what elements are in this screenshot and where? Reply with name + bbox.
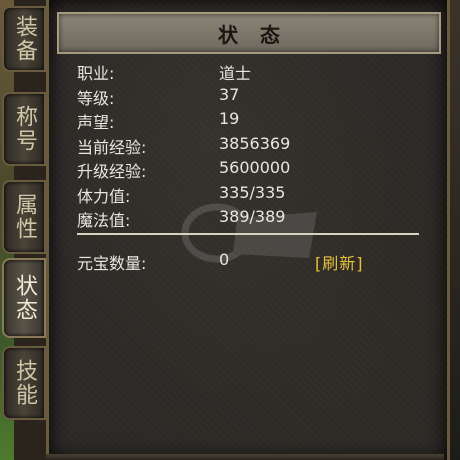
panel-header: 状态: [57, 12, 441, 54]
stat-value: 道士: [219, 64, 252, 83]
tab-attributes-label: 属性: [12, 193, 37, 241]
stat-value: 389/389: [219, 207, 286, 226]
stat-label: 等级:: [77, 88, 115, 108]
stat-label: 当前经验:: [77, 137, 147, 157]
stat-label: 职业:: [77, 64, 115, 83]
stat-label: 声望:: [77, 113, 115, 132]
tab-title-label: 称号: [12, 105, 37, 153]
ingot-row: 元宝数量: 0 [刷新]: [77, 250, 419, 274]
panel-bottom-trim: [46, 454, 444, 460]
ingot-label: 元宝数量:: [77, 254, 147, 273]
tab-title[interactable]: 称号: [2, 92, 46, 166]
refresh-button[interactable]: [刷新]: [315, 250, 364, 274]
stat-value: 5600000: [219, 158, 291, 177]
panel-title: 状态: [218, 22, 302, 47]
tab-attributes[interactable]: 属性: [2, 180, 46, 254]
ingot-value: 0: [219, 250, 230, 269]
stat-value: 19: [219, 109, 240, 128]
stat-value: 3856369: [219, 133, 291, 153]
tab-status-label: 状态: [12, 274, 37, 322]
tab-status[interactable]: 状态: [2, 258, 46, 338]
stat-label: 体力值:: [77, 186, 131, 206]
tab-skills[interactable]: 技能: [2, 346, 46, 420]
stat-label: 魔法值:: [77, 211, 131, 230]
side-tab-bar: 装备 称号 属性 状态 技能: [0, 0, 46, 460]
status-panel: 状态 职业: 道士 等级: 37 声望: 19 当前经验: 3856369 升级…: [46, 0, 450, 460]
tab-equipment[interactable]: 装备: [2, 6, 46, 72]
stat-value: 37: [219, 84, 240, 104]
tab-equipment-label: 装备: [12, 15, 37, 63]
tab-skills-label: 技能: [12, 359, 37, 407]
stat-value: 335/335: [219, 182, 286, 202]
section-divider: [77, 233, 419, 235]
stat-label: 升级经验:: [77, 162, 147, 181]
